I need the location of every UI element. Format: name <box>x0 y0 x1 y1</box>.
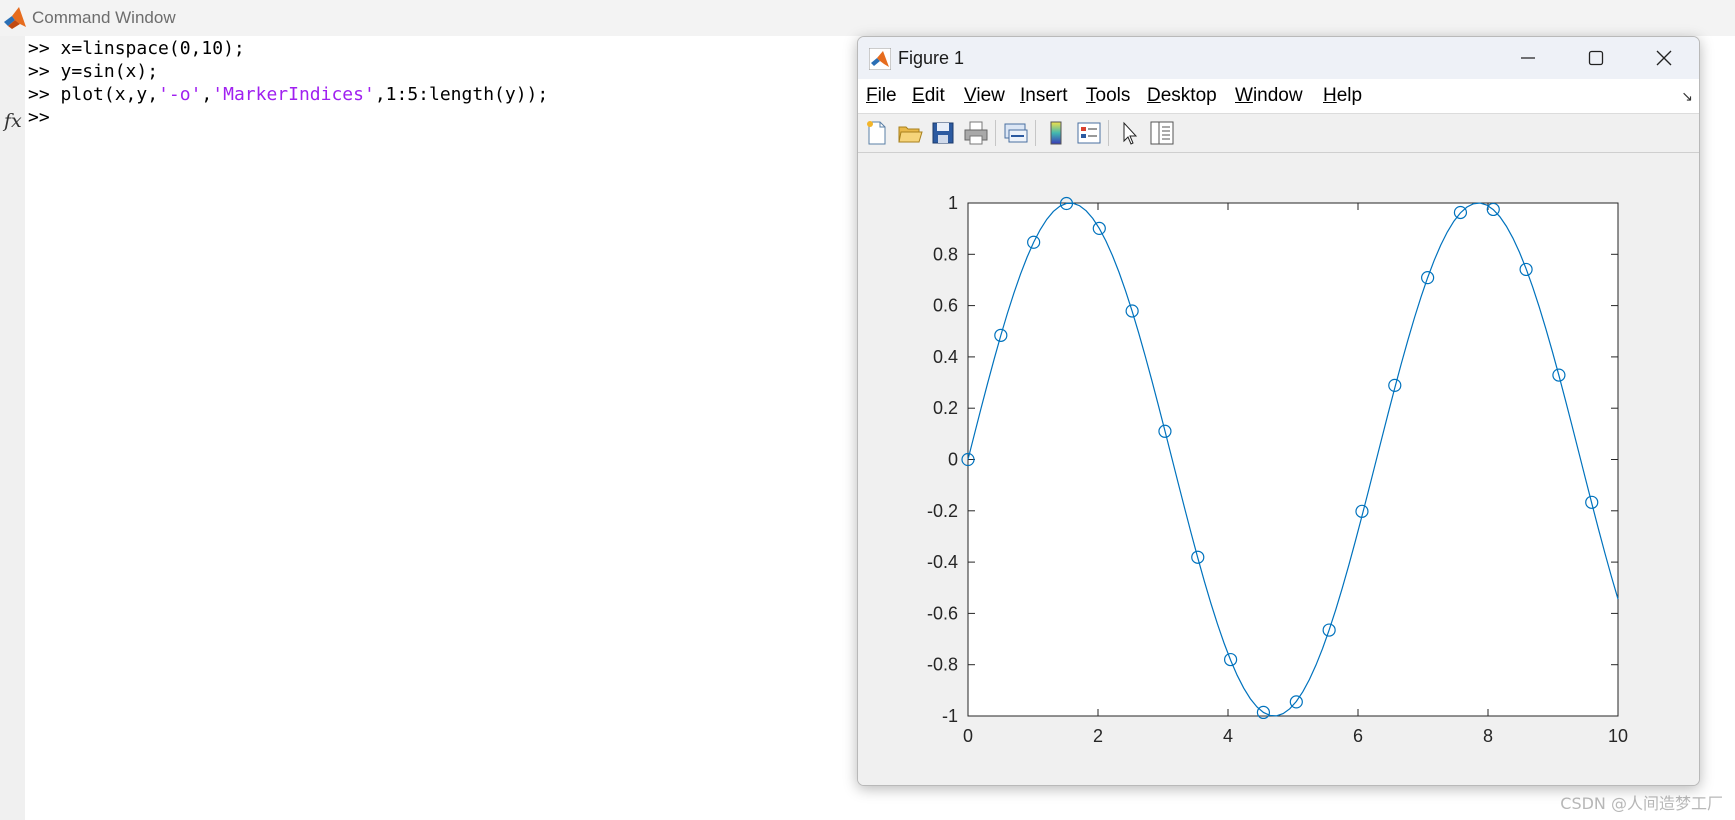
y-tick-label: -1 <box>942 706 958 726</box>
property-inspector-icon[interactable] <box>1148 119 1176 147</box>
insert-legend-icon[interactable] <box>1075 119 1103 147</box>
sine-plot-chart[interactable]: 0 2 4 6 8 10 1 0.8 0.6 0.4 0.2 0 -0.2 -0.4 -0.6 -0.8 -1 <box>858 153 1699 785</box>
print-icon[interactable] <box>962 119 990 147</box>
close-button[interactable] <box>1630 37 1698 79</box>
menu-help[interactable]: Help <box>1323 85 1362 107</box>
menu-tools[interactable]: Tools <box>1086 85 1130 107</box>
minimize-button[interactable] <box>1494 37 1562 79</box>
figure-toolbar <box>858 114 1699 153</box>
new-figure-icon[interactable] <box>863 119 891 147</box>
x-tick-label: 8 <box>1483 726 1493 746</box>
y-tick-label: -0.6 <box>927 603 958 623</box>
function-browser-icon[interactable]: fx <box>4 110 22 132</box>
menu-edit[interactable]: Edit <box>912 85 945 107</box>
y-tick-label: 0 <box>948 450 958 470</box>
x-tick-label: 0 <box>963 726 973 746</box>
watermark: CSDN @人间造梦工厂 <box>1560 794 1723 813</box>
matlab-logo-icon <box>4 7 26 29</box>
x-tick-label: 2 <box>1093 726 1103 746</box>
command-window-titlebar: Command Window <box>0 0 1735 36</box>
save-icon[interactable] <box>929 119 957 147</box>
maximize-icon <box>1588 50 1604 66</box>
command-line: >> y=sin(x); <box>28 61 159 82</box>
matlab-logo-icon <box>869 48 891 70</box>
command-prompt-input[interactable]: >> <box>28 107 50 129</box>
insert-colorbar-icon[interactable] <box>1042 119 1070 147</box>
y-tick-label: 0.2 <box>933 398 958 418</box>
minimize-icon <box>1521 57 1535 59</box>
command-line: >> x=linspace(0,10); <box>28 38 245 59</box>
menu-file[interactable]: File <box>866 85 897 107</box>
link-plot-icon[interactable] <box>1002 119 1030 147</box>
y-tick-label: 1 <box>948 193 958 213</box>
dock-figure-icon[interactable]: ↘ <box>1681 88 1693 105</box>
toolbar-separator <box>1035 120 1036 146</box>
y-tick-label: 0.8 <box>933 244 958 264</box>
figure-menubar: File Edit View Insert Tools Desktop Wind… <box>858 79 1699 114</box>
menu-desktop[interactable]: Desktop <box>1147 85 1217 107</box>
figure-window: Figure 1 File Edit View Insert Tools Des… <box>857 36 1700 786</box>
toolbar-separator <box>995 120 996 146</box>
x-tick-label: 4 <box>1223 726 1233 746</box>
figure-title: Figure 1 <box>898 48 965 68</box>
menu-window[interactable]: Window <box>1235 85 1303 107</box>
command-window-gutter <box>0 36 25 820</box>
y-tick-label: 0.6 <box>933 296 958 316</box>
plot-canvas[interactable]: 0 2 4 6 8 10 1 0.8 0.6 0.4 0.2 0 -0.2 -0.4 -0.6 -0.8 -1 <box>858 153 1699 785</box>
close-icon <box>1656 50 1672 66</box>
y-tick-label: -0.4 <box>927 552 958 572</box>
y-tick-label: 0.4 <box>933 347 958 367</box>
command-line: >> plot(x,y,'-o','MarkerIndices',1:5:len… <box>28 84 549 105</box>
axes-background <box>967 202 1619 717</box>
toolbar-separator <box>1108 120 1109 146</box>
menu-insert[interactable]: Insert <box>1020 85 1068 107</box>
open-file-icon[interactable] <box>896 119 924 147</box>
y-tick-label: -0.2 <box>927 501 958 521</box>
y-tick-label: -0.8 <box>927 655 958 675</box>
maximize-button[interactable] <box>1562 37 1630 79</box>
x-tick-label: 10 <box>1608 726 1628 746</box>
edit-plot-icon[interactable] <box>1115 119 1143 147</box>
x-tick-label: 6 <box>1353 726 1363 746</box>
figure-titlebar[interactable]: Figure 1 <box>858 37 1699 79</box>
menu-view[interactable]: View <box>964 85 1005 107</box>
command-window-title: Command Window <box>32 8 176 27</box>
